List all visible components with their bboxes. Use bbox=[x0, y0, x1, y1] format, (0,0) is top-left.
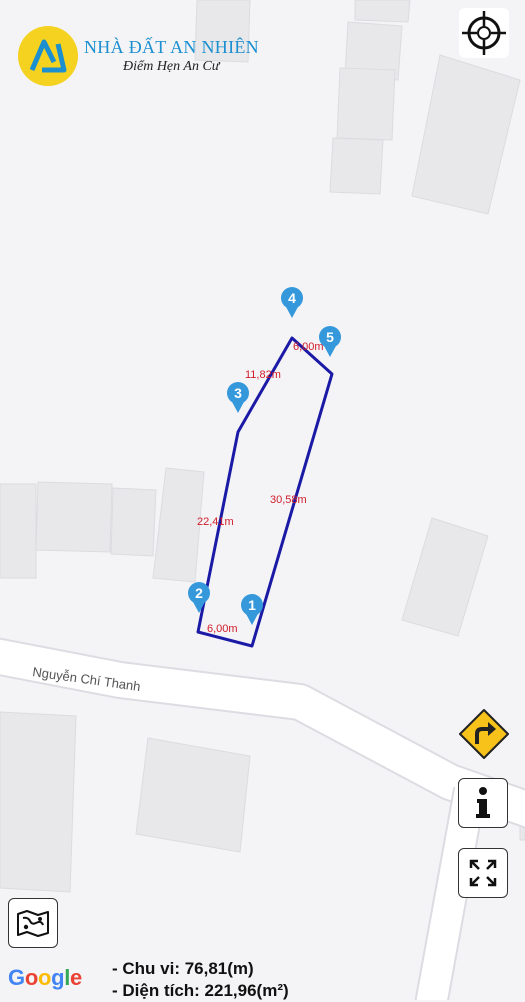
area-text: - Diện tích: 221,96(m²) bbox=[112, 981, 289, 1000]
map-canvas[interactable]: Nguyễn Chí Thanh 6,00m 22,41m 11,82m 6,0… bbox=[0, 0, 525, 1000]
svg-text:2: 2 bbox=[195, 585, 203, 601]
brand-logo: NHÀ ĐẤT AN NHIÊN Điểm Hẹn An Cư bbox=[18, 26, 268, 86]
google-attribution: Google bbox=[8, 965, 82, 990]
map-layers-icon bbox=[17, 910, 49, 937]
perimeter-text: - Chu vi: 76,81(m) bbox=[112, 959, 254, 978]
directions-button[interactable] bbox=[458, 708, 510, 760]
logo-emblem bbox=[18, 26, 78, 86]
svg-text:5: 5 bbox=[326, 329, 334, 345]
edge-label: 6,00m bbox=[207, 623, 238, 635]
edge-label: 22,41m bbox=[197, 516, 234, 528]
map-layers-button[interactable] bbox=[8, 898, 58, 948]
info-button[interactable] bbox=[458, 778, 508, 828]
svg-text:1: 1 bbox=[248, 597, 256, 613]
expand-icon bbox=[469, 859, 497, 887]
turn-right-sign-icon bbox=[459, 709, 509, 759]
logo-mark-icon bbox=[29, 39, 67, 73]
crosshair-icon bbox=[462, 11, 506, 55]
edge-label: 30,58m bbox=[270, 494, 307, 506]
brand-name: NHÀ ĐẤT AN NHIÊN bbox=[84, 37, 259, 57]
svg-text:3: 3 bbox=[234, 385, 242, 401]
locate-me-button[interactable] bbox=[459, 8, 509, 58]
svg-text:4: 4 bbox=[288, 290, 296, 306]
edge-label: 6,00m bbox=[293, 341, 324, 353]
parcel-stats: - Chu vi: 76,81(m) - Diện tích: 221,96(m… bbox=[112, 958, 289, 1002]
brand-slogan: Điểm Hẹn An Cư bbox=[123, 59, 220, 74]
edge-label: 11,82m bbox=[245, 369, 281, 381]
fullscreen-button[interactable] bbox=[458, 848, 508, 898]
info-icon bbox=[476, 787, 490, 818]
